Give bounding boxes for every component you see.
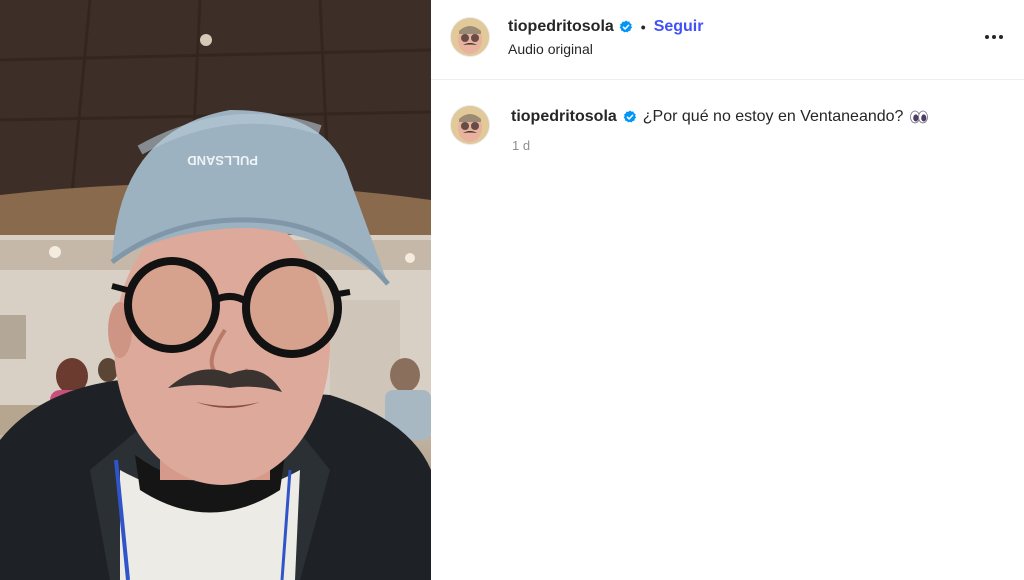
post-header: tiopedritosola • Seguir Audio original bbox=[431, 0, 1024, 80]
avatar-image bbox=[451, 106, 489, 144]
post-viewer: PULLSAND tiopedritosola • Seguir Audio o… bbox=[0, 0, 1024, 580]
more-dot bbox=[999, 35, 1003, 39]
caption-username[interactable]: tiopedritosola bbox=[511, 108, 617, 126]
post-author-line: tiopedritosola • Seguir bbox=[508, 17, 703, 37]
more-dot bbox=[992, 35, 996, 39]
caption-avatar[interactable] bbox=[451, 106, 489, 144]
post-timestamp[interactable]: 1 d bbox=[512, 138, 530, 153]
post-author-username[interactable]: tiopedritosola bbox=[508, 18, 614, 36]
media-image: PULLSAND bbox=[0, 0, 431, 580]
audio-label[interactable]: Audio original bbox=[508, 41, 593, 57]
avatar[interactable] bbox=[451, 18, 489, 56]
avatar-image bbox=[451, 18, 489, 56]
post-media[interactable]: PULLSAND bbox=[0, 0, 431, 580]
caption: tiopedritosola ¿Por qué no estoy en Vent… bbox=[511, 108, 929, 126]
more-options-icon[interactable] bbox=[984, 27, 1004, 47]
more-dot bbox=[985, 35, 989, 39]
eyes-emoji-icon bbox=[910, 110, 929, 124]
post-side-panel: tiopedritosola • Seguir Audio original t… bbox=[431, 0, 1024, 580]
cap-logo-text: PULLSAND bbox=[187, 153, 258, 168]
follow-button[interactable]: Seguir bbox=[654, 18, 704, 36]
caption-text: ¿Por qué no estoy en Ventaneando? bbox=[642, 108, 904, 125]
separator-dot: • bbox=[640, 19, 646, 35]
verified-badge-icon bbox=[623, 110, 636, 123]
verified-badge-icon bbox=[619, 20, 632, 33]
